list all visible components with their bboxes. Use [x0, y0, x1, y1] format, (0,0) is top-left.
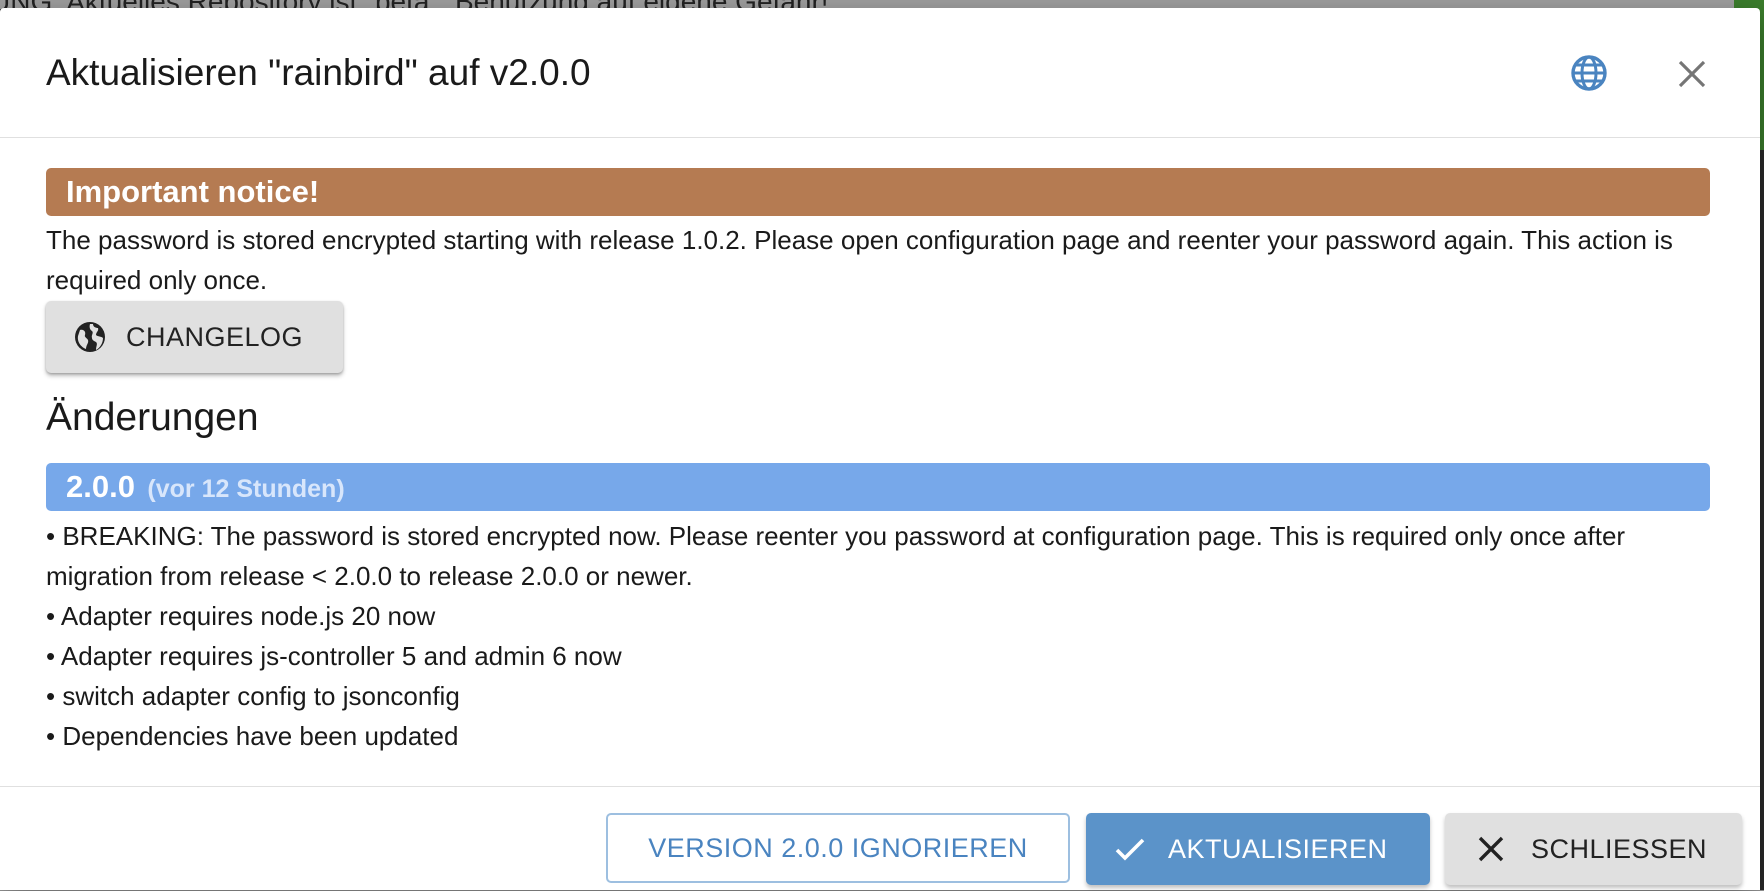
- version-age: (vor 12 Stunden): [147, 475, 345, 503]
- important-notice-heading: Important notice!: [46, 168, 1710, 216]
- version-number: 2.0.0: [66, 469, 135, 504]
- changes-list: • BREAKING: The password is stored encry…: [46, 516, 1726, 756]
- globe-icon: [1571, 55, 1607, 91]
- update-dialog: Aktualisieren "rainbird" auf v2.0.0 Impo…: [0, 8, 1760, 890]
- list-item: • Adapter requires node.js 20 now: [46, 601, 436, 631]
- update-button-label: AKTUALISIEREN: [1168, 833, 1388, 864]
- list-item: • BREAKING: The password is stored encry…: [46, 521, 1626, 591]
- important-notice-text: The password is stored encrypted startin…: [46, 225, 1673, 295]
- list-item: • Adapter requires js-controller 5 and a…: [46, 641, 622, 671]
- close-icon: [1678, 60, 1706, 88]
- update-button[interactable]: AKTUALISIEREN: [1086, 813, 1430, 885]
- changelog-button-label: CHANGELOG: [126, 321, 304, 352]
- list-item: • switch adapter config to jsonconfig: [46, 681, 460, 711]
- check-icon: [1115, 838, 1145, 861]
- dialog-header: Aktualisieren "rainbird" auf v2.0.0: [0, 8, 1760, 138]
- list-item: • Dependencies have been updated: [46, 721, 459, 751]
- dialog-title: Aktualisieren "rainbird" auf v2.0.0: [46, 52, 591, 93]
- changes-section-title: Änderungen: [46, 396, 259, 439]
- dialog-close-button[interactable]: [1674, 56, 1710, 92]
- ignore-version-button[interactable]: VERSION 2.0.0 IGNORIEREN: [606, 813, 1070, 883]
- version-header: 2.0.0 (vor 12 Stunden): [46, 463, 1710, 511]
- close-button[interactable]: SCHLIESSEN: [1445, 813, 1742, 885]
- language-globe-button[interactable]: [1566, 50, 1612, 96]
- close-button-label: SCHLIESSEN: [1531, 833, 1708, 864]
- public-globe-icon: [75, 322, 105, 352]
- dialog-footer: VERSION 2.0.0 IGNORIEREN AKTUALISIEREN S…: [0, 786, 1760, 891]
- close-icon: [1478, 836, 1504, 862]
- changelog-button[interactable]: CHANGELOG: [46, 301, 343, 373]
- ignore-version-label: VERSION 2.0.0 IGNORIEREN: [648, 832, 1028, 863]
